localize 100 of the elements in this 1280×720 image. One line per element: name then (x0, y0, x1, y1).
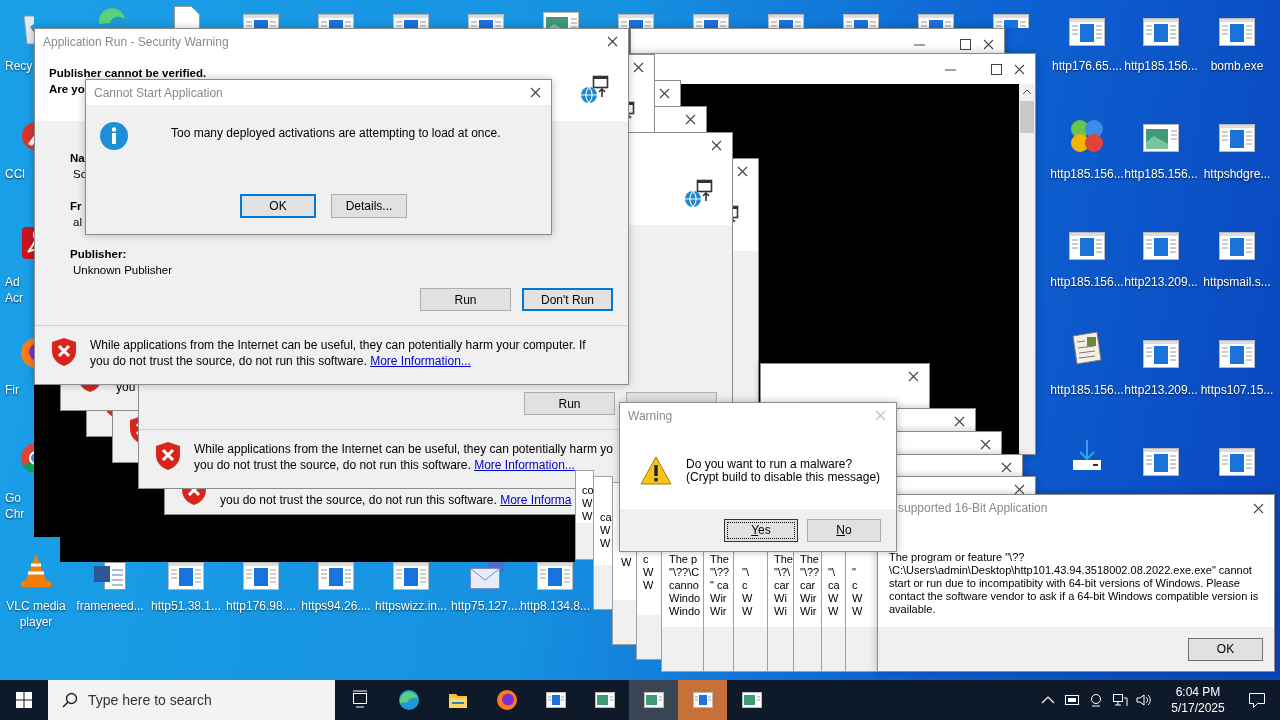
maximize-button[interactable] (991, 63, 1002, 75)
message-text: The (710, 553, 730, 566)
field-value: Unknown Publisher (72, 263, 173, 278)
shield-error-icon (51, 337, 77, 367)
dialog-footer (594, 565, 612, 609)
icon-label: httpswizz.in... (374, 598, 448, 614)
more-information-link[interactable]: More Information... (370, 354, 471, 368)
icon-label: Fir (5, 382, 20, 398)
close-button[interactable] (1253, 502, 1264, 514)
message-text: The (800, 553, 820, 566)
icon-label: http185.156... (1123, 58, 1199, 74)
window-file-icon (692, 690, 713, 710)
message-text: W (643, 579, 655, 592)
message-text: W (600, 537, 612, 550)
dialog-button[interactable]: Run (524, 392, 615, 415)
message-text: W (742, 605, 754, 618)
message-text: "\ (828, 566, 836, 579)
icon-label: http176.65.... (1050, 58, 1124, 74)
window-file-icon (545, 690, 566, 710)
message-text: Windo (669, 592, 702, 605)
message-text: ca (600, 511, 612, 524)
search-icon (62, 692, 78, 708)
window-title: Cannot Start Application (94, 85, 224, 100)
message-text: The (774, 553, 793, 566)
message-text: W (621, 556, 633, 569)
message-text: car (774, 579, 791, 592)
close-button[interactable] (980, 439, 991, 450)
field-value: al (72, 215, 82, 230)
close-button[interactable] (954, 416, 965, 427)
message-text: W (828, 592, 840, 605)
icon-label: https107.15... (1199, 382, 1275, 398)
clock[interactable]: 6:04 PM 5/17/2025 (1162, 680, 1234, 720)
icon-label: http185.156... (1049, 382, 1125, 398)
close-button[interactable] (1014, 484, 1025, 495)
message-text: ca (828, 579, 841, 592)
message-text: car (800, 579, 817, 592)
window-title: supported 16-Bit Application (898, 501, 1049, 515)
taskbar-button[interactable] (629, 680, 678, 720)
dialog-button[interactable]: OK (240, 194, 316, 218)
dialog-footer (704, 627, 733, 671)
start-icon[interactable] (16, 692, 32, 708)
browser-icon (398, 690, 419, 710)
notification-icon[interactable] (1248, 691, 1266, 709)
warning-icon (640, 456, 672, 485)
message-text: Windo (669, 605, 702, 618)
camera-icon[interactable] (1088, 692, 1104, 708)
message-text: Wi (774, 592, 788, 605)
message-text: The program or feature "\??\C:\Users\admin\Desktop\http101.43.94.3518002.08.2022.exe.exe" cannot start or run due to incompatibity with 64-bit versions of Windows. Please contact the software vendor to ask if a 64-bit Windows compatible version is available. (889, 551, 1259, 616)
dialog-footer (576, 523, 593, 559)
device-icon[interactable] (1064, 692, 1080, 708)
maximize-button[interactable] (960, 38, 971, 50)
icon-label: Go Chr (5, 490, 26, 522)
dialog-button[interactable]: No (807, 518, 881, 542)
dialog-button[interactable]: Details... (331, 194, 407, 218)
icon-label: http51.38.1... (149, 598, 223, 614)
more-information-link[interactable]: More Information... (474, 458, 575, 472)
image-window-icon (643, 690, 664, 710)
ok-button[interactable]: OK (1188, 637, 1263, 661)
close-button[interactable] (607, 36, 618, 47)
network-icon[interactable] (1112, 692, 1128, 708)
window-title: Warning (628, 408, 674, 423)
message-text: Too many deployed activations are attempting to load at once. (171, 126, 501, 140)
close-button[interactable] (633, 62, 644, 73)
info-icon (99, 121, 129, 151)
dialog-footer (768, 627, 793, 671)
dialog-button[interactable]: Yes (724, 518, 798, 542)
message-text: W (600, 524, 612, 537)
close-button[interactable] (659, 88, 670, 99)
scroll-thumb[interactable] (1020, 101, 1034, 133)
message-text: " ca (710, 579, 730, 592)
more-information-link[interactable]: More Informa (500, 493, 572, 507)
browser-icon (496, 690, 517, 710)
icon-label: CCl (5, 166, 26, 182)
close-button[interactable] (530, 87, 541, 98)
image-window-icon (741, 690, 762, 710)
close-button[interactable] (1001, 462, 1012, 473)
message-text: "\?? (800, 566, 821, 579)
icon-label: Ad Acr (5, 274, 24, 306)
close-button[interactable] (908, 371, 919, 382)
scrollbar[interactable] (1019, 84, 1035, 454)
volume-icon[interactable] (1136, 692, 1152, 708)
search-field[interactable]: Type here to search (48, 680, 335, 720)
shield-error-icon (155, 441, 181, 471)
dialog-button[interactable]: Run (420, 288, 511, 311)
scroll-up-icon (1022, 89, 1032, 95)
message-text: "\ (742, 566, 750, 579)
close-button[interactable] (711, 140, 722, 151)
close-button[interactable] (737, 166, 748, 177)
message-text: co (582, 484, 593, 497)
close-button[interactable] (983, 38, 994, 50)
icon-label: http213.209... (1123, 382, 1199, 398)
close-button[interactable] (1014, 63, 1025, 75)
icon-label: frameneed... (75, 598, 145, 614)
dialog-button[interactable]: Don't Run (522, 288, 613, 311)
dialog-footer (734, 627, 767, 671)
message-text: W (828, 605, 840, 618)
message-text: W (643, 566, 655, 579)
field-label: Na (70, 151, 85, 166)
close-button[interactable] (685, 114, 696, 125)
warning-text: While applications from the Internet can be useful, they can potentially harm yo (194, 441, 614, 457)
